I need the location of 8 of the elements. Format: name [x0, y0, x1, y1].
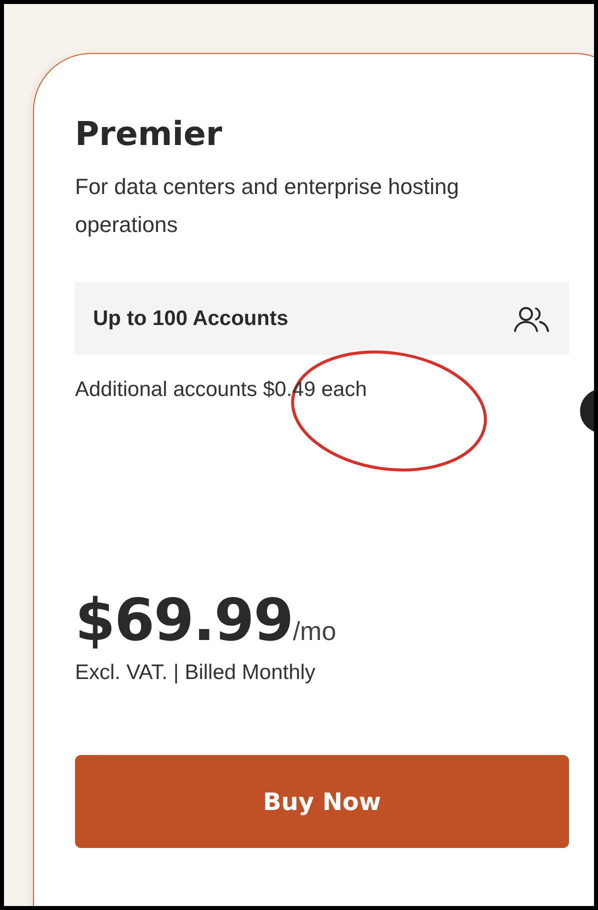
billing-note: Excl. VAT. | Billed Monthly	[75, 661, 316, 685]
price-period: /mo	[292, 616, 336, 647]
users-icon	[513, 304, 551, 332]
buy-now-button[interactable]: Buy Now	[75, 755, 569, 848]
accounts-label: Up to 100 Accounts	[93, 306, 288, 330]
price-amount: $69.99	[75, 585, 293, 655]
plan-description: For data centers and enterprise hosting operations	[75, 173, 460, 239]
plan-title: Premier	[75, 113, 224, 155]
